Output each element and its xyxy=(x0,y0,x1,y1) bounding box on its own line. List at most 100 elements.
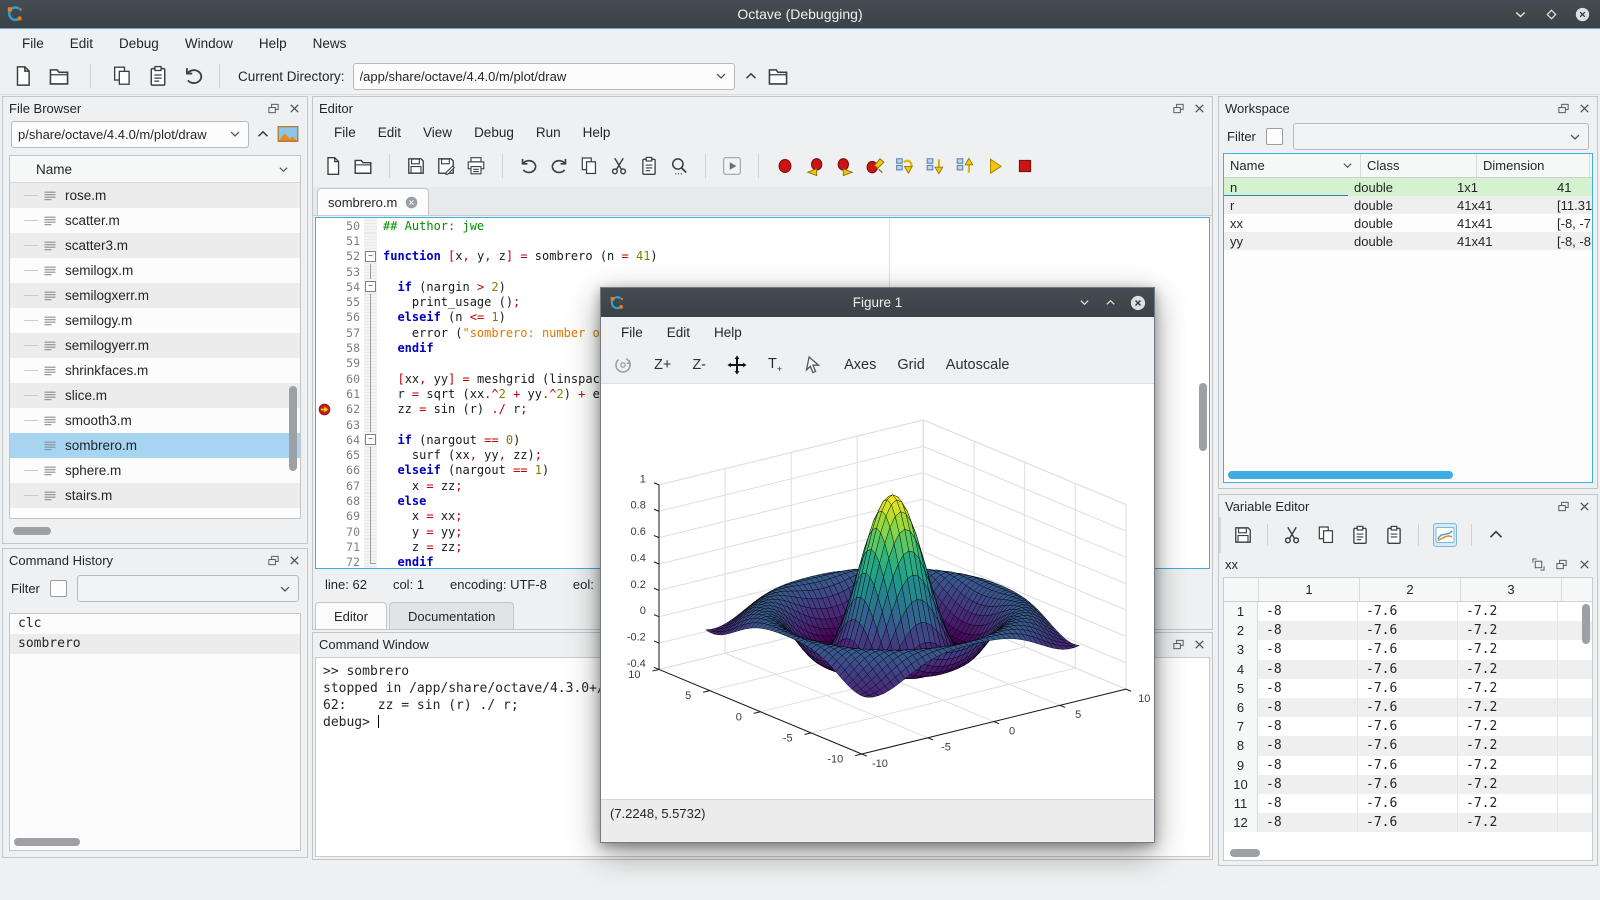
current-directory-combobox[interactable]: /app/share/octave/4.4.0/m/plot/draw xyxy=(353,63,735,90)
fold-margin[interactable]: − xyxy=(364,279,377,294)
breakpoint-margin[interactable] xyxy=(316,478,333,493)
grid-cell[interactable]: -7.6 xyxy=(1358,756,1458,775)
grid-cell[interactable]: -7.2 xyxy=(1458,813,1558,832)
undock-icon[interactable] xyxy=(1557,500,1570,513)
history-entry[interactable]: clc xyxy=(10,614,300,634)
grid-row-7[interactable]: 7-8-7.6-7.2 xyxy=(1224,717,1592,736)
workspace-column-class[interactable]: Class xyxy=(1361,154,1477,177)
grid-cell[interactable]: -7.2 xyxy=(1458,775,1558,794)
workspace-row-yy[interactable]: yydouble41x41[-8, -8, - xyxy=(1224,232,1592,250)
editor-menu-run[interactable]: Run xyxy=(525,122,572,143)
grid-cell[interactable]: -7.6 xyxy=(1358,602,1458,621)
file-item-rose-m[interactable]: rose.m xyxy=(10,183,300,208)
breakpoint-margin[interactable] xyxy=(316,402,333,417)
breakpoint-margin[interactable] xyxy=(316,386,333,401)
fold-margin[interactable] xyxy=(364,386,377,401)
workspace-row-xx[interactable]: xxdouble41x41[-8, -7.6 xyxy=(1224,214,1592,232)
save-icon[interactable] xyxy=(406,156,426,176)
zoom-out-tool[interactable]: Z- xyxy=(692,357,706,373)
grid-row-10[interactable]: 10-8-7.6-7.2 xyxy=(1224,775,1592,794)
breakpoint-margin[interactable] xyxy=(316,340,333,355)
grid-cell[interactable]: -7.2 xyxy=(1458,698,1558,717)
copy-icon[interactable] xyxy=(1316,525,1336,545)
menu-file[interactable]: File xyxy=(10,32,56,55)
paste-icon[interactable] xyxy=(147,65,169,87)
fold-collapse-icon[interactable]: − xyxy=(365,251,376,262)
grid-column-2[interactable]: 2 xyxy=(1360,578,1461,601)
fold-margin[interactable] xyxy=(364,417,377,432)
workspace-column-dimension[interactable]: Dimension xyxy=(1477,154,1590,177)
combo-arrow-icon[interactable] xyxy=(228,127,242,141)
grid-cell[interactable]: -8 xyxy=(1258,621,1358,640)
breakpoint-margin[interactable] xyxy=(316,447,333,462)
open-folder-icon[interactable] xyxy=(353,156,373,176)
grid-row-2[interactable]: 2-8-7.6-7.2 xyxy=(1224,621,1592,640)
grid-cell[interactable]: -8 xyxy=(1258,794,1358,813)
grid-cell[interactable]: -8 xyxy=(1258,640,1358,659)
workspace-filter-combobox[interactable] xyxy=(1293,123,1589,150)
grid-column-1[interactable]: 1 xyxy=(1259,578,1360,601)
fold-margin[interactable]: − xyxy=(364,432,377,447)
variable-grid-vscrollbar[interactable] xyxy=(1582,604,1590,644)
breakpoint-margin[interactable] xyxy=(316,417,333,432)
editor-menu-file[interactable]: File xyxy=(323,122,367,143)
breakpoint-margin[interactable] xyxy=(316,294,333,309)
figure-menu-help[interactable]: Help xyxy=(702,321,754,344)
fold-margin[interactable] xyxy=(364,402,377,417)
file-item-semilogx-m[interactable]: semilogx.m xyxy=(10,258,300,283)
step-in-icon[interactable] xyxy=(925,156,945,176)
fold-margin[interactable] xyxy=(364,493,377,508)
grid-column-3[interactable]: 3 xyxy=(1461,578,1562,601)
grid-cell[interactable]: -7.6 xyxy=(1358,813,1458,832)
grid-cell[interactable]: -7.2 xyxy=(1458,679,1558,698)
file-item-semilogyerr-m[interactable]: semilogyerr.m xyxy=(10,333,300,358)
autoscale-tool[interactable]: Autoscale xyxy=(946,357,1010,373)
grid-row-3[interactable]: 3-8-7.6-7.2 xyxy=(1224,640,1592,659)
open-folder-icon[interactable] xyxy=(48,65,70,87)
combo-arrow-icon[interactable] xyxy=(714,69,728,83)
axes-tool[interactable]: Axes xyxy=(844,357,876,373)
figure-titlebar[interactable]: Figure 1 xyxy=(601,288,1154,317)
editor-menu-debug[interactable]: Debug xyxy=(463,122,525,143)
variable-grid[interactable]: 123 1-8-7.6-7.22-8-7.6-7.23-8-7.6-7.24-8… xyxy=(1223,577,1593,861)
fold-margin[interactable] xyxy=(364,233,377,248)
undo-icon[interactable] xyxy=(519,156,539,176)
close-panel-icon[interactable] xyxy=(288,554,301,567)
run-in-terminal-icon[interactable] xyxy=(722,156,742,176)
file-item-scatter3-m[interactable]: scatter3.m xyxy=(10,233,300,258)
workspace-row-r[interactable]: rdouble41x41[11.314 xyxy=(1224,196,1592,214)
grid-row-6[interactable]: 6-8-7.6-7.2 xyxy=(1224,698,1592,717)
grid-cell[interactable]: -8 xyxy=(1258,698,1358,717)
insert-text-tool[interactable]: T+ xyxy=(768,356,782,374)
select-tool-icon[interactable] xyxy=(803,355,823,375)
editor-menu-edit[interactable]: Edit xyxy=(367,122,412,143)
close-panel-icon[interactable] xyxy=(288,102,301,115)
dock-tab-editor[interactable]: Editor xyxy=(315,602,387,629)
cut-icon[interactable] xyxy=(1282,525,1302,545)
breakpoint-prev-icon[interactable] xyxy=(805,156,825,176)
browse-directory-icon[interactable] xyxy=(767,65,789,87)
file-item-shrinkfaces-m[interactable]: shrinkfaces.m xyxy=(10,358,300,383)
menu-edit[interactable]: Edit xyxy=(58,32,105,55)
maximize-icon[interactable] xyxy=(1104,296,1117,309)
zoom-in-tool[interactable]: Z+ xyxy=(654,357,671,373)
undock-variable-icon[interactable] xyxy=(1555,558,1568,571)
find-icon[interactable] xyxy=(669,156,689,176)
paste-icon[interactable] xyxy=(1350,525,1370,545)
figure-plot-canvas[interactable]: -10-50510-10-50510-0.4-0.200.20.40.60.81 xyxy=(601,384,1154,799)
editor-menu-help[interactable]: Help xyxy=(572,122,622,143)
file-item-sombrero-m[interactable]: sombrero.m xyxy=(10,433,300,458)
history-entry[interactable]: sombrero xyxy=(10,634,300,654)
grid-cell[interactable]: -8 xyxy=(1258,736,1358,755)
new-script-icon[interactable] xyxy=(323,156,343,176)
file-item-slice-m[interactable]: slice.m xyxy=(10,383,300,408)
collapse-up-icon[interactable] xyxy=(1486,525,1506,545)
file-item-scatter-m[interactable]: scatter.m xyxy=(10,208,300,233)
grid-cell[interactable]: -8 xyxy=(1258,679,1358,698)
breakpoint-margin[interactable] xyxy=(316,463,333,478)
grid-cell[interactable]: -7.6 xyxy=(1358,679,1458,698)
breakpoint-margin[interactable] xyxy=(316,325,333,340)
fold-margin[interactable] xyxy=(364,356,377,371)
breakpoint-margin[interactable] xyxy=(316,432,333,447)
paste-icon[interactable] xyxy=(639,156,659,176)
